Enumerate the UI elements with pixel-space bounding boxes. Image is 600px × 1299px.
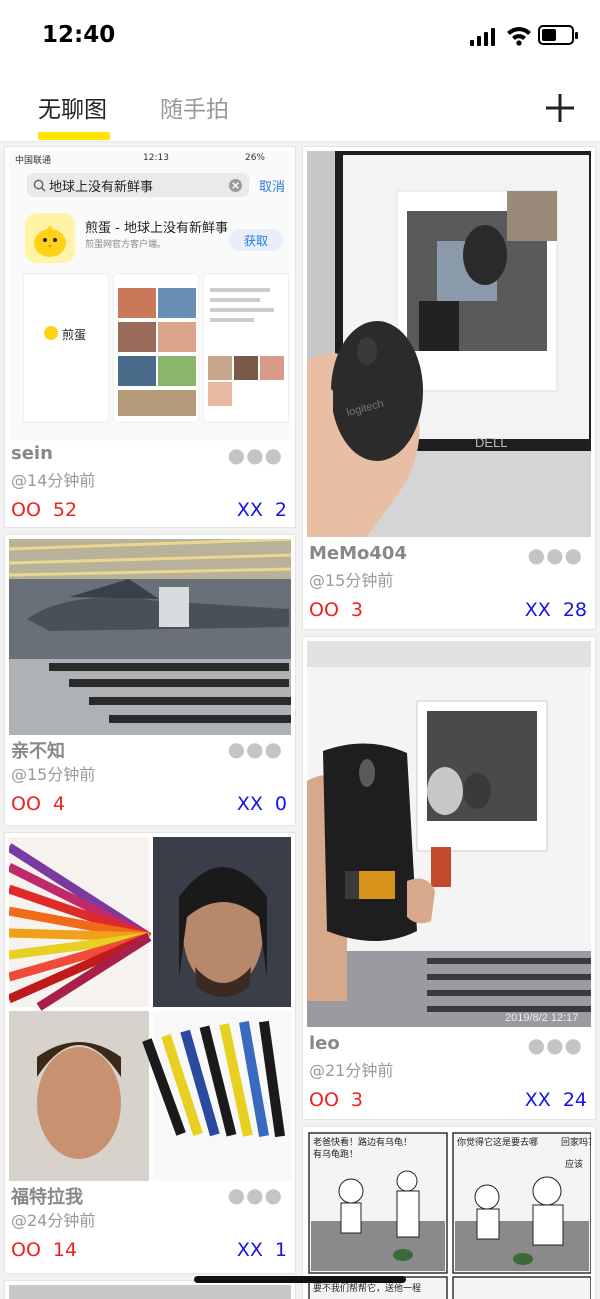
post-card[interactable]: 中国联通 12:13 26% 地球上没有新鲜事 取消 煎蛋 - 地球上没有新鲜事… xyxy=(4,146,296,528)
xx-count: 0 xyxy=(274,793,287,815)
comic-panel2-text: 你觉得它这是要去哪 xyxy=(457,1136,538,1148)
shot-logo-text: 煎蛋 xyxy=(62,328,87,342)
post-author[interactable]: MeMo404 xyxy=(309,543,407,564)
oo-vote-button[interactable]: OO 14 xyxy=(11,1239,77,1261)
xx-count: 2 xyxy=(274,499,287,521)
comic-panel2b-text: 回家吗？ xyxy=(561,1136,591,1148)
status-bar: 12:40 xyxy=(0,0,600,72)
post-image[interactable]: 老爸快看！路边有乌龟！ 有乌龟跑！ 你觉得它这是要去哪 回家吗？ 应该 要不我们… xyxy=(307,1131,591,1299)
battery-icon xyxy=(538,25,578,45)
post-author[interactable]: leo xyxy=(309,1033,340,1054)
oo-vote-button[interactable]: OO 4 xyxy=(11,793,65,815)
photo-timestamp: 2019/8/2 12:17 xyxy=(505,1012,578,1024)
xx-vote-button[interactable]: XX 2 xyxy=(237,499,287,521)
tab-boring-pics[interactable]: 无聊图 xyxy=(38,90,107,124)
clear-icon xyxy=(229,179,242,192)
post-author[interactable]: 福特拉我 xyxy=(11,1183,83,1209)
post-time: @21分钟前 xyxy=(309,1061,394,1080)
ellipsis-icon[interactable]: ●●● xyxy=(228,737,283,761)
oo-count: 52 xyxy=(52,499,78,521)
ellipsis-icon[interactable]: ●●● xyxy=(528,543,583,567)
post-author[interactable]: sein xyxy=(11,443,53,464)
app-preview-1: 煎蛋 xyxy=(23,273,109,423)
xx-count: 28 xyxy=(562,599,587,621)
cellular-signal-icon xyxy=(470,26,498,46)
xx-count: 1 xyxy=(274,1239,287,1261)
post-card[interactable]: 福特拉我 ●●● @24分钟前 OO 14 XX 1 xyxy=(4,832,296,1274)
xx-vote-button[interactable]: XX 24 xyxy=(525,1089,587,1111)
active-tab-indicator xyxy=(38,132,110,140)
post-image[interactable]: 2019/8/2 12:17 xyxy=(307,641,591,1027)
shot-search-text: 地球上没有新鲜事 xyxy=(49,180,154,195)
image-feed[interactable]: 中国联通 12:13 26% 地球上没有新鲜事 取消 煎蛋 - 地球上没有新鲜事… xyxy=(0,142,600,1299)
shot-time: 12:13 xyxy=(143,153,169,163)
post-author[interactable]: 亲不知 xyxy=(11,737,65,763)
post-time: @15分钟前 xyxy=(11,765,96,784)
oo-vote-button[interactable]: OO 3 xyxy=(309,1089,363,1111)
post-image[interactable] xyxy=(9,539,291,735)
post-card[interactable]: 老爸快看！路边有乌龟！ 有乌龟跑！ 你觉得它这是要去哪 回家吗？ 应该 要不我们… xyxy=(302,1126,596,1299)
comic-panel3-text: 要不我们帮帮它，送他一程 xyxy=(313,1282,421,1294)
home-indicator xyxy=(194,1276,406,1283)
top-tab-bar: 无聊图 随手拍 xyxy=(0,72,600,142)
post-card[interactable]: DELL logitech MeMo404 ●●● @15分钟前 OO 3 XX 2… xyxy=(302,146,596,630)
oo-vote-button[interactable]: OO 3 xyxy=(309,599,363,621)
post-time: @14分钟前 xyxy=(11,471,96,490)
shot-get-button: 获取 xyxy=(229,229,283,251)
status-time: 12:40 xyxy=(42,22,116,48)
post-image[interactable] xyxy=(9,1285,291,1299)
wifi-icon xyxy=(507,27,531,46)
xx-vote-button[interactable]: XX 0 xyxy=(237,793,287,815)
oo-count: 14 xyxy=(52,1239,78,1261)
post-time: @15分钟前 xyxy=(309,571,394,590)
oo-count: 4 xyxy=(52,793,66,815)
post-image[interactable]: 中国联通 12:13 26% 地球上没有新鲜事 取消 煎蛋 - 地球上没有新鲜事… xyxy=(9,151,291,441)
shot-app-name: 煎蛋 - 地球上没有新鲜事 xyxy=(85,221,228,236)
shot-cancel: 取消 xyxy=(259,180,286,195)
shot-carrier: 中国联通 xyxy=(15,156,52,166)
ellipsis-icon[interactable]: ●●● xyxy=(228,443,283,467)
monitor-brand-text: DELL xyxy=(475,435,508,450)
app-preview-3 xyxy=(203,273,289,423)
shot-app-subtitle: 煎蛋网官方客户端。 xyxy=(85,240,167,250)
shot-battery: 26% xyxy=(244,153,265,163)
oo-count: 3 xyxy=(350,599,364,621)
post-card[interactable]: 亲不知 ●●● @15分钟前 OO 4 XX 0 xyxy=(4,534,296,826)
tab-snapshots[interactable]: 随手拍 xyxy=(160,90,229,124)
ellipsis-icon[interactable]: ●●● xyxy=(528,1033,583,1057)
xx-vote-button[interactable]: XX 28 xyxy=(525,599,587,621)
xx-count: 24 xyxy=(562,1089,587,1111)
ellipsis-icon[interactable]: ●●● xyxy=(228,1183,283,1207)
search-icon xyxy=(33,179,46,192)
xx-vote-button[interactable]: XX 1 xyxy=(237,1239,287,1261)
post-card[interactable]: 2019/8/2 12:17 leo ●●● @21分钟前 OO 3 XX 24 xyxy=(302,636,596,1120)
post-image[interactable]: DELL logitech xyxy=(307,151,591,537)
post-image-grid[interactable] xyxy=(9,837,291,1181)
shot-search-box: 地球上没有新鲜事 xyxy=(27,173,249,197)
comic-panel2c-text: 应该 xyxy=(565,1158,583,1170)
post-time: @24分钟前 xyxy=(11,1211,96,1230)
oo-count: 3 xyxy=(350,1089,364,1111)
oo-vote-button[interactable]: OO 52 xyxy=(11,499,77,521)
comic-panel1b-text: 有乌龟跑！ xyxy=(313,1148,358,1160)
app-preview-2 xyxy=(113,273,199,423)
comic-panel1-text: 老爸快看！路边有乌龟！ xyxy=(313,1136,412,1148)
chick-logo-icon xyxy=(25,213,75,263)
plus-icon[interactable] xyxy=(540,88,580,128)
